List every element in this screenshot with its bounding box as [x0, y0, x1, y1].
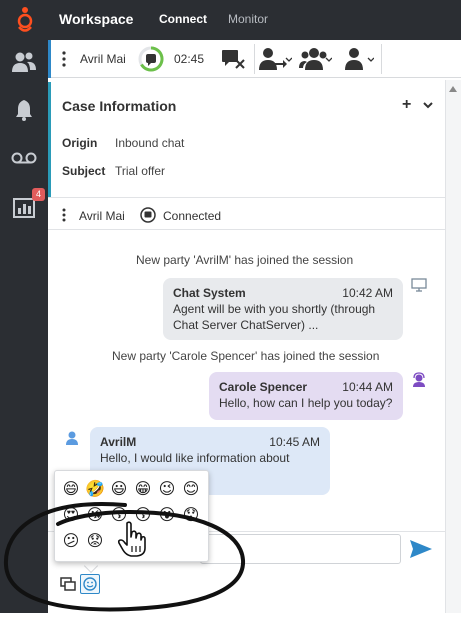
- agent-avatar-icon: [413, 372, 425, 387]
- emoji-option[interactable]: 😊: [181, 479, 201, 499]
- hand-cursor-icon: [117, 521, 146, 557]
- chat-status-icon: [140, 207, 156, 223]
- chat-timer-icon: [138, 46, 164, 72]
- smiley-icon: [83, 577, 97, 591]
- emoji-option[interactable]: 🤣: [85, 479, 105, 499]
- send-icon[interactable]: [408, 538, 434, 560]
- case-field-value: Trial offer: [115, 164, 166, 178]
- contacts-icon[interactable]: [10, 48, 38, 76]
- standard-responses-icon: [60, 577, 76, 591]
- transfer-icon[interactable]: [258, 46, 292, 72]
- emoji-option[interactable]: 😟: [85, 531, 105, 551]
- message-time: 10:44 AM: [342, 380, 393, 394]
- case-field-label: Origin: [62, 136, 98, 150]
- toolbar-party-name: Avril Mai: [80, 52, 126, 66]
- tab-monitor[interactable]: Monitor: [228, 12, 268, 26]
- consult-icon[interactable]: [340, 46, 374, 72]
- more-vertical-icon[interactable]: [62, 49, 66, 69]
- case-field-label: Subject: [62, 164, 106, 178]
- case-title: Case Information: [62, 98, 177, 114]
- tab-connect[interactable]: Connect: [159, 12, 207, 26]
- emoji-option[interactable]: 😘: [85, 505, 105, 525]
- genesys-logo: [17, 7, 33, 32]
- message-text: Agent will be with you shortly (through …: [173, 302, 376, 332]
- scrollbar[interactable]: [445, 80, 461, 613]
- message-text: Hello, how can I help you today?: [219, 396, 393, 410]
- customer-avatar-icon: [66, 431, 78, 445]
- case-accent-bar: [48, 82, 51, 197]
- scroll-up-arrow-icon[interactable]: [449, 86, 457, 92]
- emoji-option[interactable]: 😮: [157, 505, 177, 525]
- left-sidebar: [0, 40, 48, 613]
- chevron-down-icon[interactable]: [422, 99, 434, 111]
- emoji-button[interactable]: [80, 574, 100, 594]
- chat-message-agent: Carole Spencer 10:44 AM Hello, how can I…: [209, 372, 403, 420]
- add-case-data-button[interactable]: +: [402, 96, 411, 114]
- emoji-option[interactable]: 😍: [61, 505, 81, 525]
- toolbar-separator: [254, 44, 255, 74]
- connection-status: Connected: [163, 209, 222, 223]
- conference-icon[interactable]: [298, 46, 332, 72]
- statistics-badge: 4: [32, 188, 45, 201]
- system-event-message: New party 'AvrilM' has joined the sessio…: [136, 253, 354, 267]
- chat-message-input[interactable]: [200, 534, 401, 564]
- message-time: 10:42 AM: [342, 286, 393, 300]
- end-chat-icon[interactable]: [220, 48, 246, 70]
- monitor-icon: [411, 278, 427, 292]
- toolbar-separator: [381, 44, 382, 74]
- active-interaction-marker: [48, 40, 51, 78]
- emoji-option[interactable]: 😉: [157, 479, 177, 499]
- app-title: Workspace: [59, 11, 134, 27]
- emoji-option[interactable]: 😄: [61, 479, 81, 499]
- message-text: Hello, I would like information about: [100, 451, 290, 465]
- emoji-option[interactable]: 😁: [133, 479, 153, 499]
- more-vertical-icon[interactable]: [62, 207, 66, 223]
- standard-responses-button[interactable]: [58, 574, 78, 594]
- case-field-value: Inbound chat: [115, 136, 185, 150]
- system-event-message: New party 'Carole Spencer' has joined th…: [112, 349, 380, 363]
- notifications-bell-icon[interactable]: [10, 96, 38, 124]
- message-time: 10:45 AM: [269, 435, 320, 449]
- emoji-option[interactable]: 😯: [181, 505, 201, 525]
- status-party-name: Avril Mai: [79, 209, 125, 223]
- emoji-option[interactable]: 😕: [61, 531, 81, 551]
- emoji-option[interactable]: 😃: [109, 479, 129, 499]
- chat-message-system: Chat System 10:42 AM Agent will be with …: [163, 278, 403, 340]
- voicemail-icon[interactable]: [10, 144, 38, 172]
- chat-timer: 02:45: [174, 52, 205, 66]
